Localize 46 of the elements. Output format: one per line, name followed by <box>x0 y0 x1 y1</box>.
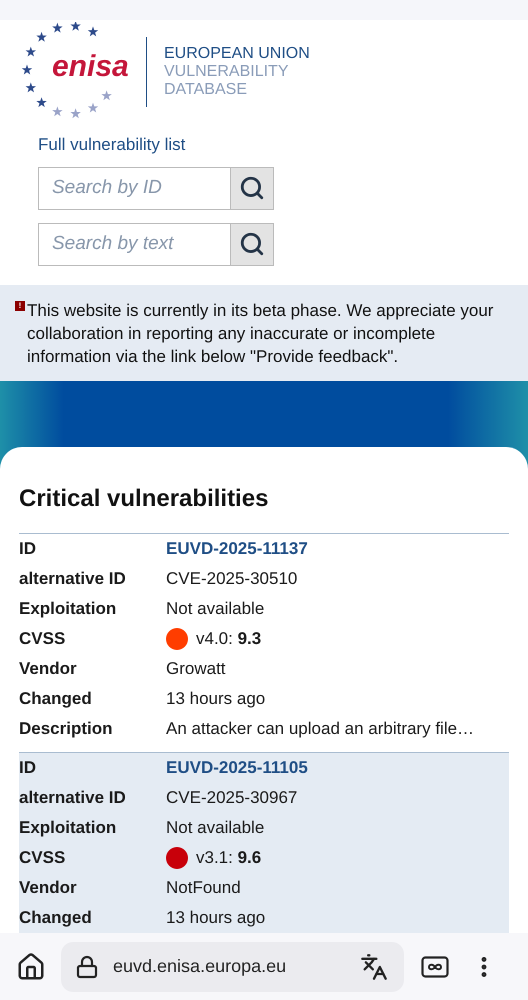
field-value: Not available <box>166 816 264 839</box>
field-value: CVE-2025-30510 <box>166 568 298 590</box>
search-icon <box>239 231 265 257</box>
field-value: 13 hours ago <box>166 906 266 929</box>
field-label: Vendor <box>19 876 78 899</box>
field-value: CVE-2025-30967 <box>166 786 298 809</box>
logo-text: DATABASE <box>164 81 248 99</box>
lock-icon <box>75 954 99 978</box>
url-text: euvd.enisa.europa.eu <box>113 955 288 978</box>
glasses-icon[interactable] <box>421 956 449 978</box>
field-label: ID <box>19 756 37 779</box>
search-field[interactable]: Search by ID <box>38 166 231 210</box>
field-label: Description <box>19 718 114 740</box>
search-button[interactable] <box>231 222 274 266</box>
full-list-link[interactable]: Full vulnerability list <box>38 132 186 158</box>
field-value: 13 hours ago <box>166 688 266 710</box>
field-label: ID <box>19 538 37 560</box>
search-field[interactable]: Search by text <box>38 222 231 266</box>
search-icon <box>239 175 265 201</box>
translate-icon[interactable] <box>360 952 388 980</box>
search-button[interactable] <box>231 166 274 210</box>
section-title: Critical vulnerabilities <box>19 484 270 514</box>
field-label: alternative ID <box>19 568 127 590</box>
field-value: NotFound <box>166 876 241 899</box>
field-value: Growatt <box>166 658 226 680</box>
logo-text: EUROPEAN UNION <box>164 45 310 63</box>
cvss-score: v3.1: 9.6 <box>196 846 262 869</box>
vulnerability-id-link[interactable]: EUVD-2025-11137 <box>166 536 308 562</box>
field-label: CVSS <box>19 846 66 869</box>
field-value: An attacker can upload an arbitrary file… <box>166 718 474 740</box>
home-icon[interactable] <box>16 952 46 982</box>
field-label: Exploitation <box>19 598 118 620</box>
logo-wordmark: enisa <box>52 52 129 82</box>
logo-text: VULNERABILITY <box>164 63 290 81</box>
field-label: alternative ID <box>19 786 127 809</box>
field-value: Not available <box>166 598 264 620</box>
cvss-score: v4.0: 9.3 <box>196 628 262 650</box>
field-label: Changed <box>19 688 93 710</box>
address-bar[interactable]: euvd.enisa.europa.eu <box>61 942 404 992</box>
field-label: Exploitation <box>19 816 118 839</box>
notice-text: This website is currently in its beta phase. We appreciate your collaboration in reporting any inaccurate or incomplete information via the link below "Provide feedback". <box>27 300 494 368</box>
vulnerability-id-link[interactable]: EUVD-2025-11105 <box>166 754 308 780</box>
field-label: Vendor <box>19 658 78 680</box>
field-label: Changed <box>19 906 93 929</box>
field-label: CVSS <box>19 628 66 650</box>
warning-icon: ! <box>15 300 25 310</box>
